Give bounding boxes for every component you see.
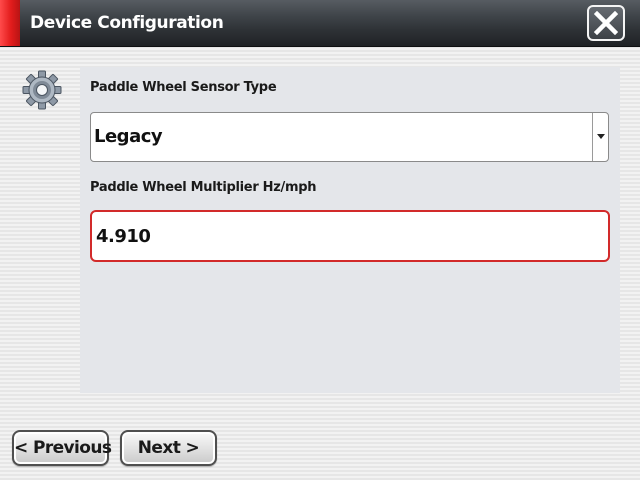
previous-button[interactable]: < Previous [12, 430, 112, 466]
multiplier-label: Paddle Wheel Multiplier Hz/mph [90, 180, 317, 195]
next-button[interactable]: Next > [120, 430, 217, 466]
multiplier-input[interactable] [90, 210, 610, 262]
gear-icon [22, 69, 62, 111]
select-divider [592, 113, 593, 161]
config-panel: Paddle Wheel Sensor Type Legacy Paddle W… [80, 67, 620, 393]
close-button[interactable] [587, 5, 625, 41]
sensor-type-select[interactable]: Legacy [90, 112, 609, 162]
window-title: Device Configuration [30, 13, 224, 33]
sensor-type-label: Paddle Wheel Sensor Type [90, 80, 277, 95]
sensor-type-value: Legacy [94, 126, 163, 147]
title-bar-accent [0, 0, 20, 46]
close-x-icon [594, 11, 618, 35]
chevron-down-icon[interactable] [597, 134, 605, 139]
title-bar: Device Configuration [0, 0, 640, 47]
